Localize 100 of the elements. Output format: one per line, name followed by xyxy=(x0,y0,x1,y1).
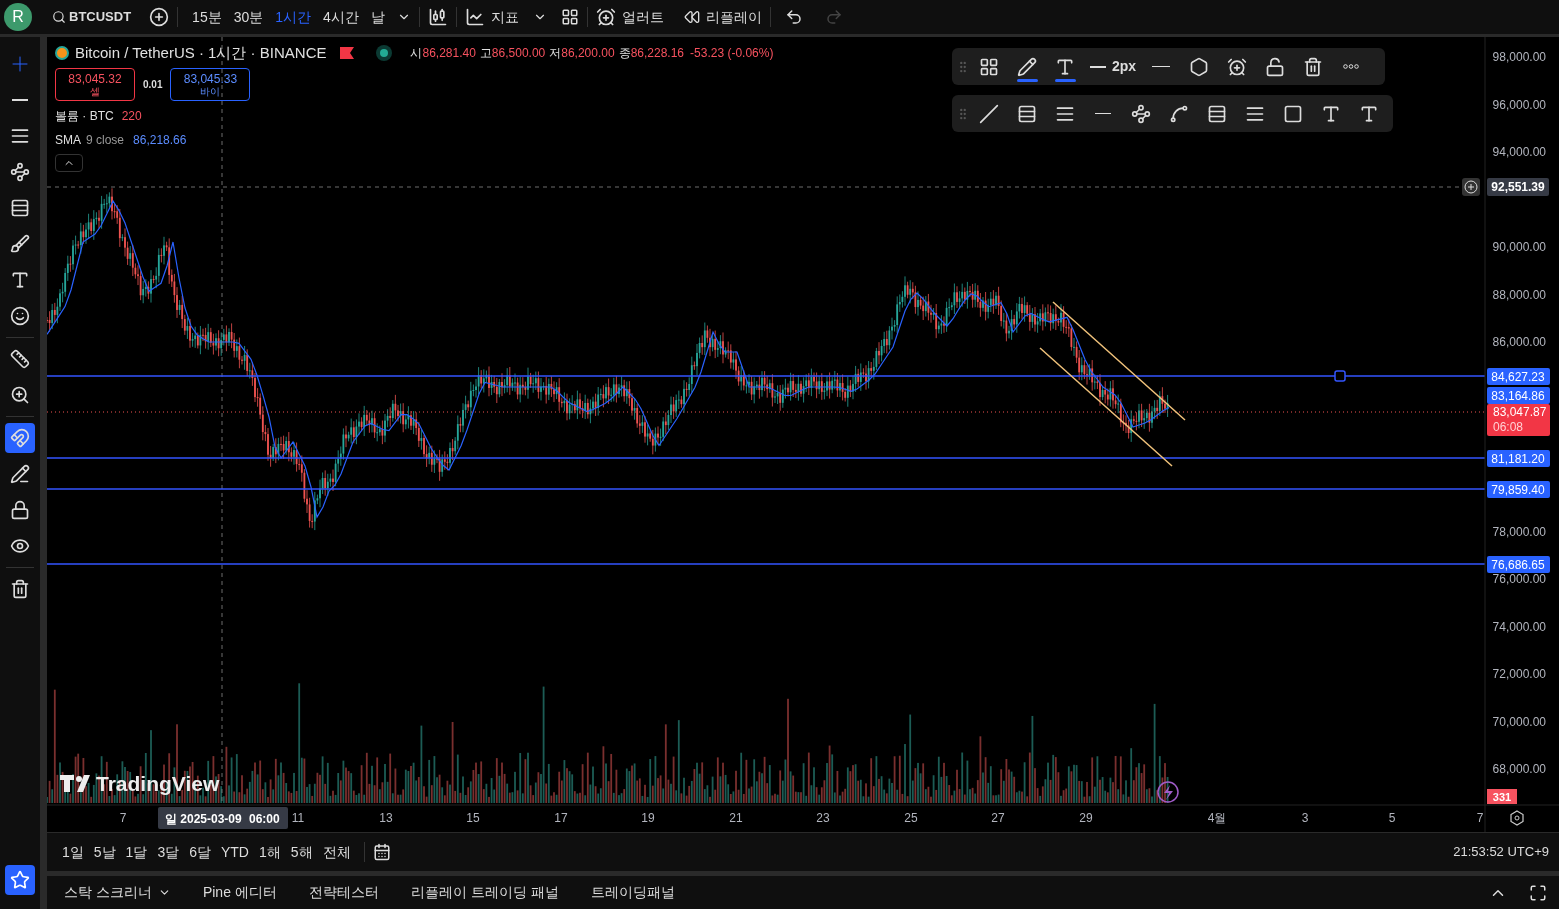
price-tick: 78,000.00 xyxy=(1492,525,1546,539)
curve-icon xyxy=(1169,103,1189,124)
panel-tab[interactable]: Pine 에디터 xyxy=(197,882,282,903)
time-tick: 7 xyxy=(119,811,127,825)
range-button[interactable]: 3달 xyxy=(152,841,185,863)
line-width-button[interactable]: 2px xyxy=(1084,50,1143,83)
price-tick: 72,000.00 xyxy=(1492,667,1546,681)
volume-value: 220 xyxy=(121,108,142,124)
price-line-label: 81,181.20 xyxy=(1487,450,1550,467)
range-button[interactable]: 1달 xyxy=(120,841,153,863)
panel-tab[interactable]: 스탁 스크리너 xyxy=(59,882,176,903)
alert-button[interactable]: 얼러트 xyxy=(595,6,664,28)
interval-button[interactable]: 30분 xyxy=(227,6,270,28)
candlestick-icon[interactable] xyxy=(427,7,448,27)
time-tick: 7 xyxy=(1476,811,1484,825)
time-tick: 3 xyxy=(1301,811,1309,825)
price-line-label: 76,686.65 xyxy=(1487,556,1550,573)
time-tick: 19 xyxy=(641,811,655,825)
maximize-icon[interactable] xyxy=(1529,883,1547,902)
time-tick: 27 xyxy=(991,811,1005,825)
range-button[interactable]: 1해 xyxy=(254,841,286,863)
trash-icon xyxy=(1303,56,1324,77)
panel-tab[interactable]: 트레이딩패널 xyxy=(585,882,680,903)
magnet-icon xyxy=(10,428,30,448)
bitcoin-icon xyxy=(55,46,69,60)
layout-grid-icon[interactable] xyxy=(560,8,579,26)
price-tick: 86,000.00 xyxy=(1492,335,1546,349)
price-tick: 70,000.00 xyxy=(1492,715,1546,729)
hexagon-icon xyxy=(1189,56,1210,77)
clock-text: 21:53:52 UTC+9 xyxy=(1453,843,1549,862)
collapse-button[interactable] xyxy=(55,154,83,172)
tradingview-logo-icon xyxy=(60,775,90,792)
settings-icon[interactable] xyxy=(1510,810,1524,826)
lines-icon xyxy=(10,126,30,146)
ohlc-value: 86,200.00 xyxy=(561,45,615,61)
price-tick: 98,000.00 xyxy=(1492,50,1546,64)
price-tick: 76,000.00 xyxy=(1492,572,1546,586)
text-icon xyxy=(10,270,30,290)
favorites-button[interactable] xyxy=(5,865,35,895)
interval-button[interactable]: 날 xyxy=(364,6,391,28)
price-tick: 68,000.00 xyxy=(1492,762,1546,776)
time-tick: 29 xyxy=(1079,811,1093,825)
star-icon xyxy=(10,870,30,890)
crosshair-date-label: 일 2025-03-09 06:00 xyxy=(158,807,288,829)
volume-label: 볼륨 · BTC xyxy=(55,108,114,124)
pencil-icon xyxy=(10,464,30,484)
price-tick: 90,000.00 xyxy=(1492,240,1546,254)
sma-params: 9 close xyxy=(86,132,125,148)
time-tick: 11 xyxy=(291,811,305,825)
range-button[interactable]: 5날 xyxy=(88,841,121,863)
lock-icon xyxy=(10,500,30,520)
sell-button[interactable]: 83,045.32 셀 xyxy=(55,68,135,101)
interval-button[interactable]: 4시간 xyxy=(317,6,365,28)
indicators-button[interactable]: 지표 xyxy=(464,6,519,28)
chart-icon xyxy=(464,7,485,27)
range-button[interactable]: YTD xyxy=(216,841,254,863)
volume-badge: 331 xyxy=(1487,789,1517,804)
crosshair-add-icon[interactable] xyxy=(1462,178,1480,196)
time-tick: 4월 xyxy=(1207,811,1227,825)
brush-icon xyxy=(10,234,30,254)
lightning-icon xyxy=(1157,781,1179,803)
watermark-text: TradingView xyxy=(96,772,220,795)
calendar-icon[interactable] xyxy=(372,843,391,861)
nodes-icon xyxy=(1131,103,1151,124)
price-line-label: 83,164.86 xyxy=(1487,387,1550,404)
time-tick: 15 xyxy=(466,811,480,825)
sma-value: 86,218.66 xyxy=(133,132,187,148)
interval-button[interactable]: 15분 xyxy=(186,6,228,28)
spread-value: 0.01 xyxy=(143,77,163,92)
price-line-label: 84,627.23 xyxy=(1487,368,1550,385)
diagonal-line-icon xyxy=(979,103,999,124)
buy-button[interactable]: 83,045.33 바이 xyxy=(170,68,251,101)
time-tick: 23 xyxy=(816,811,830,825)
interval-button[interactable]: 1시간 xyxy=(269,6,318,28)
line-icon xyxy=(12,99,28,101)
more-icon xyxy=(1343,64,1360,69)
nodes-icon xyxy=(10,162,30,182)
range-button[interactable]: 6달 xyxy=(184,841,216,863)
add-symbol-icon[interactable] xyxy=(149,7,170,27)
ohlc-value: 86,500.00 xyxy=(491,45,546,61)
line-icon xyxy=(1095,112,1111,115)
unlocked-icon xyxy=(1265,56,1286,77)
symbol-search-button[interactable]: BTCUSDT xyxy=(52,7,132,27)
panel-tab[interactable]: 전략테스터 xyxy=(303,882,384,903)
grid-plus-icon xyxy=(979,56,999,77)
range-button[interactable]: 5해 xyxy=(285,841,318,863)
undo-icon[interactable] xyxy=(784,8,803,26)
price-tick: 74,000.00 xyxy=(1492,620,1546,634)
rows-icon xyxy=(1207,103,1227,124)
search-icon xyxy=(52,10,66,24)
time-tick: 13 xyxy=(379,811,393,825)
magnet-button[interactable] xyxy=(5,423,35,453)
range-button[interactable]: 1일 xyxy=(57,841,89,863)
crosshair-price-label: 92,551.39 xyxy=(1487,178,1549,196)
replay-button[interactable]: 리플레이 xyxy=(683,6,762,28)
flag-icon[interactable] xyxy=(340,47,355,59)
change-value: -53.23 (-0.06%) xyxy=(690,45,774,61)
line-handle[interactable] xyxy=(1334,370,1346,382)
range-button[interactable]: 전체 xyxy=(317,841,356,863)
panel-tab[interactable]: 리플레이 트레이딩 패널 xyxy=(405,882,564,903)
